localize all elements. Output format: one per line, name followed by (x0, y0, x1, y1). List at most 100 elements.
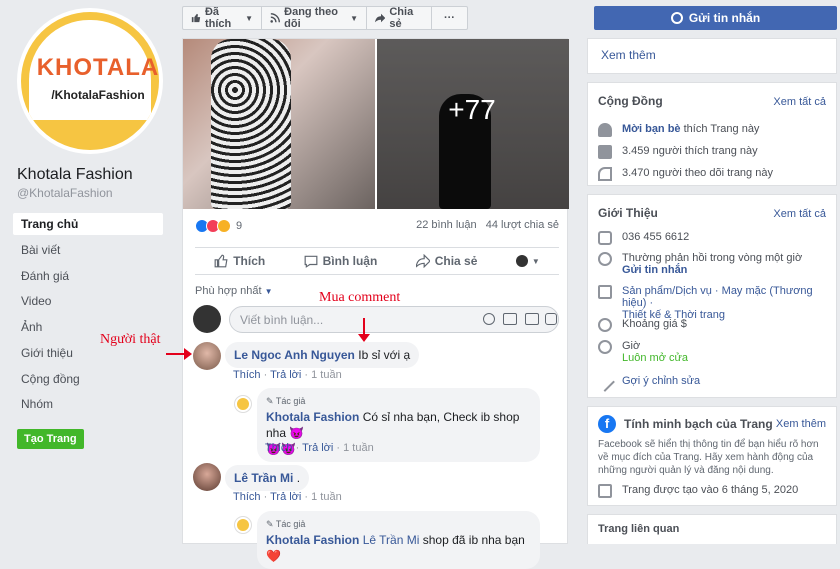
flag-icon (598, 484, 612, 498)
post-actions: Thích Bình luận Chia sẻ ▼ (195, 247, 559, 275)
sidebar-item-community[interactable]: Cộng đồng (13, 368, 163, 390)
send-message-button[interactable]: Gửi tin nhắn (594, 6, 837, 30)
sticker-icon[interactable] (545, 313, 557, 325)
sidebar-item-videos[interactable]: Video (13, 290, 163, 312)
gif-icon[interactable] (525, 313, 539, 325)
following-label: Đang theo dõi (284, 6, 338, 30)
comment-reply-link[interactable]: Trả lời (270, 491, 301, 503)
send-message-label: Gửi tin nhắn (688, 11, 761, 25)
logo-handle: /KhotalaFashion (51, 88, 145, 102)
comment-time[interactable]: 1 tuần (311, 491, 342, 503)
transparency-description: Facebook sẽ hiển thị thông tin để bạn hi… (598, 439, 819, 476)
share-button[interactable]: Chia sẻ (415, 254, 478, 268)
phone-icon (598, 231, 612, 245)
reactions-summary[interactable]: 9 (195, 219, 242, 233)
comment-like-link[interactable]: Thích (265, 442, 293, 454)
mention-link[interactable]: Lê Trần Mi (363, 533, 420, 547)
commenter-name[interactable]: Le Ngoc Anh Nguyen (234, 348, 355, 362)
comment-time[interactable]: 1 tuần (343, 442, 374, 454)
comment-button[interactable]: Bình luận (304, 254, 377, 268)
avatar[interactable] (235, 396, 251, 412)
page-avatar[interactable]: KHOTALA /KhotalaFashion (17, 8, 163, 154)
share-page-button[interactable]: Chia sẻ (367, 6, 432, 30)
following-button[interactable]: Đang theo dõi ▼ (262, 6, 368, 30)
post-photo-dress[interactable] (183, 39, 375, 209)
sidebar-item-groups[interactable]: Nhóm (13, 393, 163, 415)
patterned-dress-image (211, 39, 291, 209)
chevron-down-icon: ▼ (531, 256, 540, 266)
comment-sort-dropdown[interactable]: Phù hợp nhất ▼ (195, 285, 273, 297)
commenter-name[interactable]: Khotala Fashion (266, 410, 359, 424)
people-icon (598, 123, 612, 137)
comment-like-link[interactable]: Thích (233, 369, 261, 381)
invite-friends-link[interactable]: Mời bạn bè (622, 123, 681, 135)
share-count[interactable]: 44 lượt chia sẻ (486, 219, 559, 231)
comment-reply-link[interactable]: Trả lời (270, 369, 301, 381)
suggest-edit-link[interactable]: Gợi ý chỉnh sửa (622, 375, 700, 389)
comment-bubble: Lê Trần Mi . (225, 465, 310, 491)
thumbs-up-icon (598, 145, 612, 159)
red-arrow-right-icon (166, 348, 192, 360)
community-see-all[interactable]: Xem tất cả (773, 96, 826, 108)
likes-count: 3.459 người thích trang này (622, 145, 758, 157)
avatar[interactable] (193, 342, 221, 370)
page-username[interactable]: @KhotalaFashion (17, 186, 113, 200)
like-button[interactable]: Thích (214, 254, 265, 268)
category-icon (598, 285, 612, 299)
suggest-edit-row: Gợi ý chỉnh sửa (595, 372, 700, 392)
hours-label: Giờ (622, 340, 641, 352)
comment-time[interactable]: 1 tuần (311, 369, 342, 381)
see-more-link[interactable]: Xem thêm (601, 48, 656, 62)
community-card: Cộng Đồng Xem tất cả Mời bạn bè thích Tr… (587, 82, 837, 186)
invite-text: thích Trang này (683, 123, 760, 135)
follows-row: 3.470 người theo dõi trang này (598, 167, 773, 181)
sidebar-item-reviews[interactable]: Đánh giá (13, 265, 163, 287)
sidebar-item-home[interactable]: Trang chủ (13, 213, 163, 235)
liked-button[interactable]: Đã thích ▼ (183, 6, 263, 30)
post-photo-more[interactable]: +77 (377, 39, 569, 209)
comment-composer: Viết bình luận... (193, 305, 559, 335)
related-pages-title: Trang liên quan (598, 523, 680, 535)
chevron-down-icon: ▼ (264, 287, 273, 296)
sidebar-item-posts[interactable]: Bài viết (13, 239, 163, 261)
phone-number[interactable]: 036 455 6612 (622, 231, 689, 245)
chevron-down-icon: ▼ (245, 13, 254, 23)
comment-reply-link[interactable]: Trả lời (302, 442, 333, 454)
avatar[interactable] (235, 517, 251, 533)
comment-meta: Thích · Trả lời · 1 tuần (233, 491, 342, 503)
annotation-buy-comment: Mua comment (319, 290, 401, 305)
commenter-name[interactable]: Lê Trần Mi (234, 471, 293, 485)
comment-count[interactable]: 22 bình luận (416, 219, 477, 231)
created-date: Trang được tạo vào 6 tháng 5, 2020 (622, 484, 799, 496)
comment-like-link[interactable]: Thích (233, 491, 261, 503)
about-see-all[interactable]: Xem tất cả (773, 208, 826, 220)
share-arrow-icon (415, 254, 430, 268)
share-label: Chia sẻ (434, 254, 478, 268)
pencil-icon (595, 372, 615, 392)
transparency-see-more[interactable]: Xem thêm (776, 418, 826, 430)
phone-row: 036 455 6612 (598, 231, 689, 245)
created-row: Trang được tạo vào 6 tháng 5, 2020 (598, 484, 798, 498)
avatar (193, 305, 221, 333)
price-row: Khoảng giá $ (598, 318, 687, 332)
create-page-button[interactable]: Tạo Trang (17, 429, 84, 449)
avatar[interactable] (193, 463, 221, 491)
transparency-title: Tính minh bạch của Trang (624, 417, 773, 431)
page-action-bar: Đã thích ▼ Đang theo dõi ▼ Chia sẻ ··· (182, 6, 468, 30)
comment-icon (304, 255, 318, 268)
reaction-count: 9 (236, 220, 243, 232)
more-options-button[interactable]: ··· (432, 7, 467, 29)
camera-icon[interactable] (503, 313, 517, 325)
category-link[interactable]: Sản phẩm/Dịch vụ · May mặc (Thương hiệu)… (622, 285, 813, 309)
emoji-icon[interactable] (483, 313, 495, 325)
facebook-icon: f (598, 415, 616, 433)
audience-selector[interactable]: ▼ (515, 255, 540, 267)
commenter-name[interactable]: Khotala Fashion (266, 533, 359, 547)
category-row: Sản phẩm/Dịch vụ · May mặc (Thương hiệu)… (598, 285, 836, 321)
thumbs-up-icon (214, 254, 228, 268)
page-title[interactable]: Khotala Fashion (17, 166, 133, 184)
comment-text: Ib sỉ với ạ (358, 348, 411, 362)
post-stats: 9 22 bình luận 44 lượt chia sẻ (195, 219, 559, 235)
like-label: Thích (233, 254, 266, 268)
send-message-link[interactable]: Gửi tin nhắn (622, 264, 687, 276)
